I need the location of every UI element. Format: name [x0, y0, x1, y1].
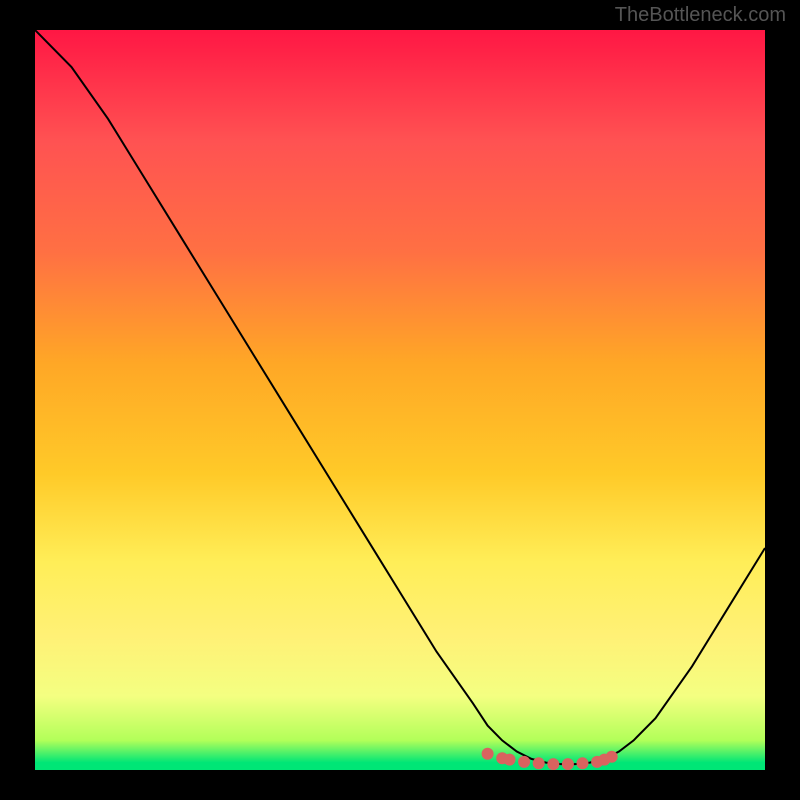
marker-dot [504, 754, 516, 766]
chart-plot-area [35, 30, 765, 770]
marker-dot [547, 758, 559, 770]
chart-background-gradient [35, 30, 765, 770]
watermark-text: TheBottleneck.com [615, 4, 786, 27]
marker-dot [562, 758, 574, 770]
marker-dot [518, 756, 530, 768]
marker-dot [482, 748, 494, 760]
chart-svg [35, 30, 765, 770]
marker-dot [577, 757, 589, 769]
marker-dot [533, 757, 545, 769]
marker-dot [606, 751, 618, 763]
